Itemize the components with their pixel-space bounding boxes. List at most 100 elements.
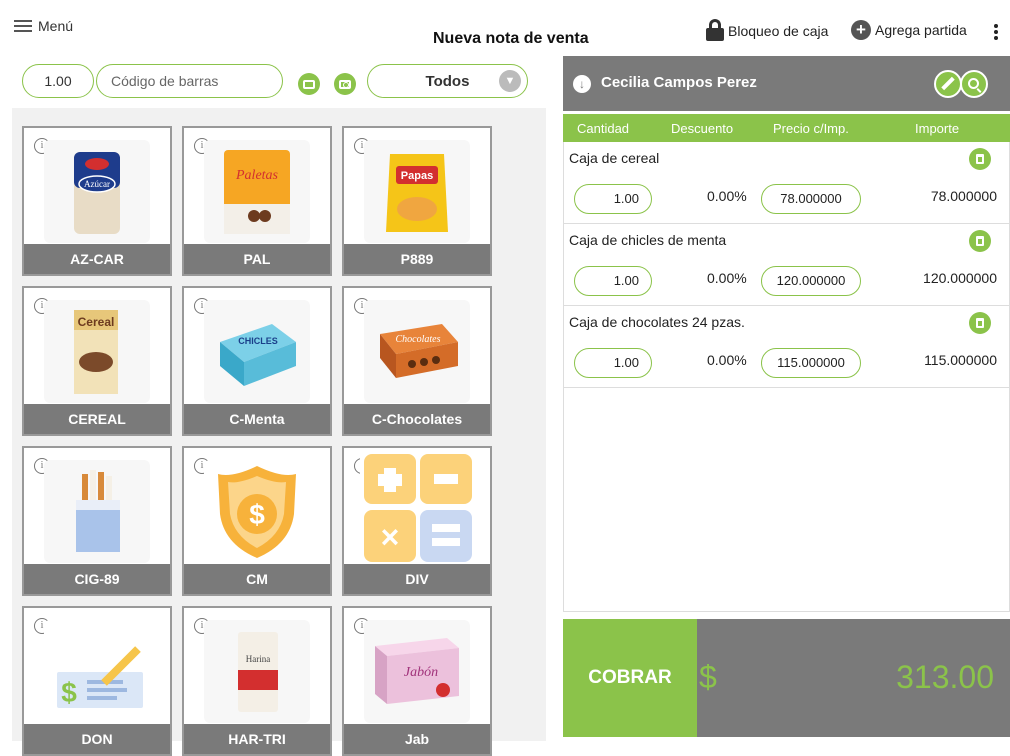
product-code: P889 <box>344 244 490 274</box>
donation-icon: $ <box>44 620 150 723</box>
product-image-text: Chocolates <box>396 334 441 345</box>
menu-label: Menú <box>38 18 74 34</box>
product-tile[interactable]: i CHICLES C-Menta <box>182 286 332 436</box>
line-amount: 78.000000 <box>930 188 997 204</box>
col-price: Precio c/Imp. <box>773 121 849 136</box>
trash-icon <box>976 236 984 246</box>
trash-icon <box>976 318 984 328</box>
more-options-icon[interactable] <box>994 24 998 40</box>
product-toolbar: 1.00 Todos ▼ <box>12 56 546 108</box>
product-image-text: Papas <box>401 170 433 182</box>
product-image-text: Azúcar <box>84 179 110 189</box>
line-price-field[interactable]: 78.000000 <box>761 184 861 214</box>
gum-box-icon: CHICLES <box>204 300 310 403</box>
chips-bag-icon: Papas <box>364 140 470 243</box>
product-image-text: Cereal <box>78 315 115 329</box>
cash-lock-button[interactable]: Bloqueo de caja <box>706 19 829 41</box>
svg-text:$: $ <box>249 499 265 530</box>
chevron-down-icon: ▼ <box>499 70 521 92</box>
delete-line-button[interactable] <box>969 230 991 252</box>
add-item-label: Agrega partida <box>875 22 967 38</box>
col-quantity: Cantidad <box>577 121 630 136</box>
category-select[interactable]: Todos ▼ <box>367 64 528 98</box>
product-code: CM <box>184 564 330 594</box>
customer-bar: ↓ Cecilia Campos Perez <box>563 56 1010 111</box>
product-code: Jab <box>344 724 490 754</box>
line-quantity-field[interactable]: 1.00 <box>574 184 652 214</box>
product-tile[interactable]: i Cereal CEREAL <box>22 286 172 436</box>
line-discount: 0.00% <box>707 188 747 204</box>
page-title: Nueva nota de venta <box>433 30 589 47</box>
product-image-text: CHICLES <box>238 336 278 346</box>
col-discount: Descuento <box>671 121 734 136</box>
currency-symbol: $ <box>699 659 717 695</box>
add-item-button[interactable]: + Agrega partida <box>851 20 967 40</box>
quantity-input[interactable]: 1.00 <box>22 64 94 98</box>
cash-lock-label: Bloqueo de caja <box>728 22 829 39</box>
line-price-field[interactable]: 120.000000 <box>761 266 861 296</box>
hamburger-icon <box>14 20 32 32</box>
cereal-box-icon: Cereal <box>44 300 150 403</box>
edit-customer-button[interactable] <box>934 70 962 98</box>
product-image-text: Jabón <box>404 665 438 680</box>
product-code: DIV <box>344 564 490 594</box>
ticket-button[interactable] <box>298 73 320 95</box>
flour-bag-icon: Harina <box>204 620 310 723</box>
sale-panel: ↓ Cecilia Campos Perez Cantidad Descuent… <box>563 56 1010 745</box>
total-amount: 313.00 <box>896 659 994 695</box>
product-tile[interactable]: i $ CM <box>182 446 332 596</box>
product-code: DON <box>24 724 170 754</box>
line-description: Caja de chicles de menta <box>569 232 727 248</box>
line-amount: 115.000000 <box>924 352 997 368</box>
sale-line: Caja de chocolates 24 pzas. 1.00 0.00% 1… <box>564 306 1009 388</box>
search-customer-button[interactable] <box>960 70 988 98</box>
line-amount: 120.000000 <box>923 270 997 286</box>
calculator-icon: × <box>360 452 476 566</box>
menu-button[interactable]: Menú <box>14 18 73 34</box>
product-code: CIG-89 <box>24 564 170 594</box>
product-image-text: Harina <box>246 654 271 664</box>
product-code: AZ-CAR <box>24 244 170 274</box>
chocolate-box-icon: Chocolates <box>364 300 470 403</box>
line-description: Caja de chocolates 24 pzas. <box>569 314 745 330</box>
charge-button[interactable]: COBRAR <box>563 619 697 737</box>
product-code: C-Menta <box>184 404 330 434</box>
barcode-input[interactable] <box>96 64 283 98</box>
product-image-text: Paletas <box>235 168 279 183</box>
arrow-down-icon[interactable]: ↓ <box>573 75 591 93</box>
product-panel: 1.00 Todos ▼ i Azúcar AZ <box>12 56 546 756</box>
top-bar: Menú Nueva nota de venta Bloqueo de caja… <box>0 0 1010 56</box>
line-quantity-field[interactable]: 1.00 <box>574 348 652 378</box>
product-tile[interactable]: i Papas P889 <box>342 126 492 276</box>
line-description: Caja de cereal <box>569 150 660 166</box>
svg-text:$: $ <box>61 677 77 708</box>
line-discount: 0.00% <box>707 270 747 286</box>
product-code: CEREAL <box>24 404 170 434</box>
delete-line-button[interactable] <box>969 312 991 334</box>
ticket-icon <box>303 79 315 89</box>
product-tile[interactable]: i Jabón Jab <box>342 606 492 756</box>
product-tile[interactable]: i × DIV <box>342 446 492 596</box>
sale-line: Caja de cereal 1.00 0.00% 78.000000 78.0… <box>564 142 1009 224</box>
product-tile[interactable]: i Paletas PAL <box>182 126 332 276</box>
product-tile[interactable]: i Azúcar AZ-CAR <box>22 126 172 276</box>
product-tile[interactable]: i CIG-89 <box>22 446 172 596</box>
line-price-field[interactable]: 115.000000 <box>761 348 861 378</box>
product-code: C-Chocolates <box>344 404 490 434</box>
cigarette-pack-icon <box>44 460 150 563</box>
product-tile[interactable]: i Harina HAR-TRI <box>182 606 332 756</box>
dollar-shield-icon: $ <box>204 460 310 563</box>
sale-lines: Caja de cereal 1.00 0.00% 78.000000 78.0… <box>563 142 1010 612</box>
category-selected-label: Todos <box>425 72 470 90</box>
product-code: PAL <box>184 244 330 274</box>
line-quantity-field[interactable]: 1.00 <box>574 266 652 296</box>
payment-bar: COBRAR $ 313.00 <box>563 619 1010 737</box>
delete-line-button[interactable] <box>969 148 991 170</box>
col-amount: Importe <box>915 121 960 136</box>
plus-circle-icon: + <box>851 20 871 40</box>
product-tile[interactable]: i Chocolates C-Chocolates <box>342 286 492 436</box>
product-tile[interactable]: i $ DON <box>22 606 172 756</box>
svg-text:×: × <box>381 519 400 555</box>
camera-button[interactable] <box>334 73 356 95</box>
lines-header: Cantidad Descuento Precio c/Imp. Importe <box>563 114 1010 142</box>
